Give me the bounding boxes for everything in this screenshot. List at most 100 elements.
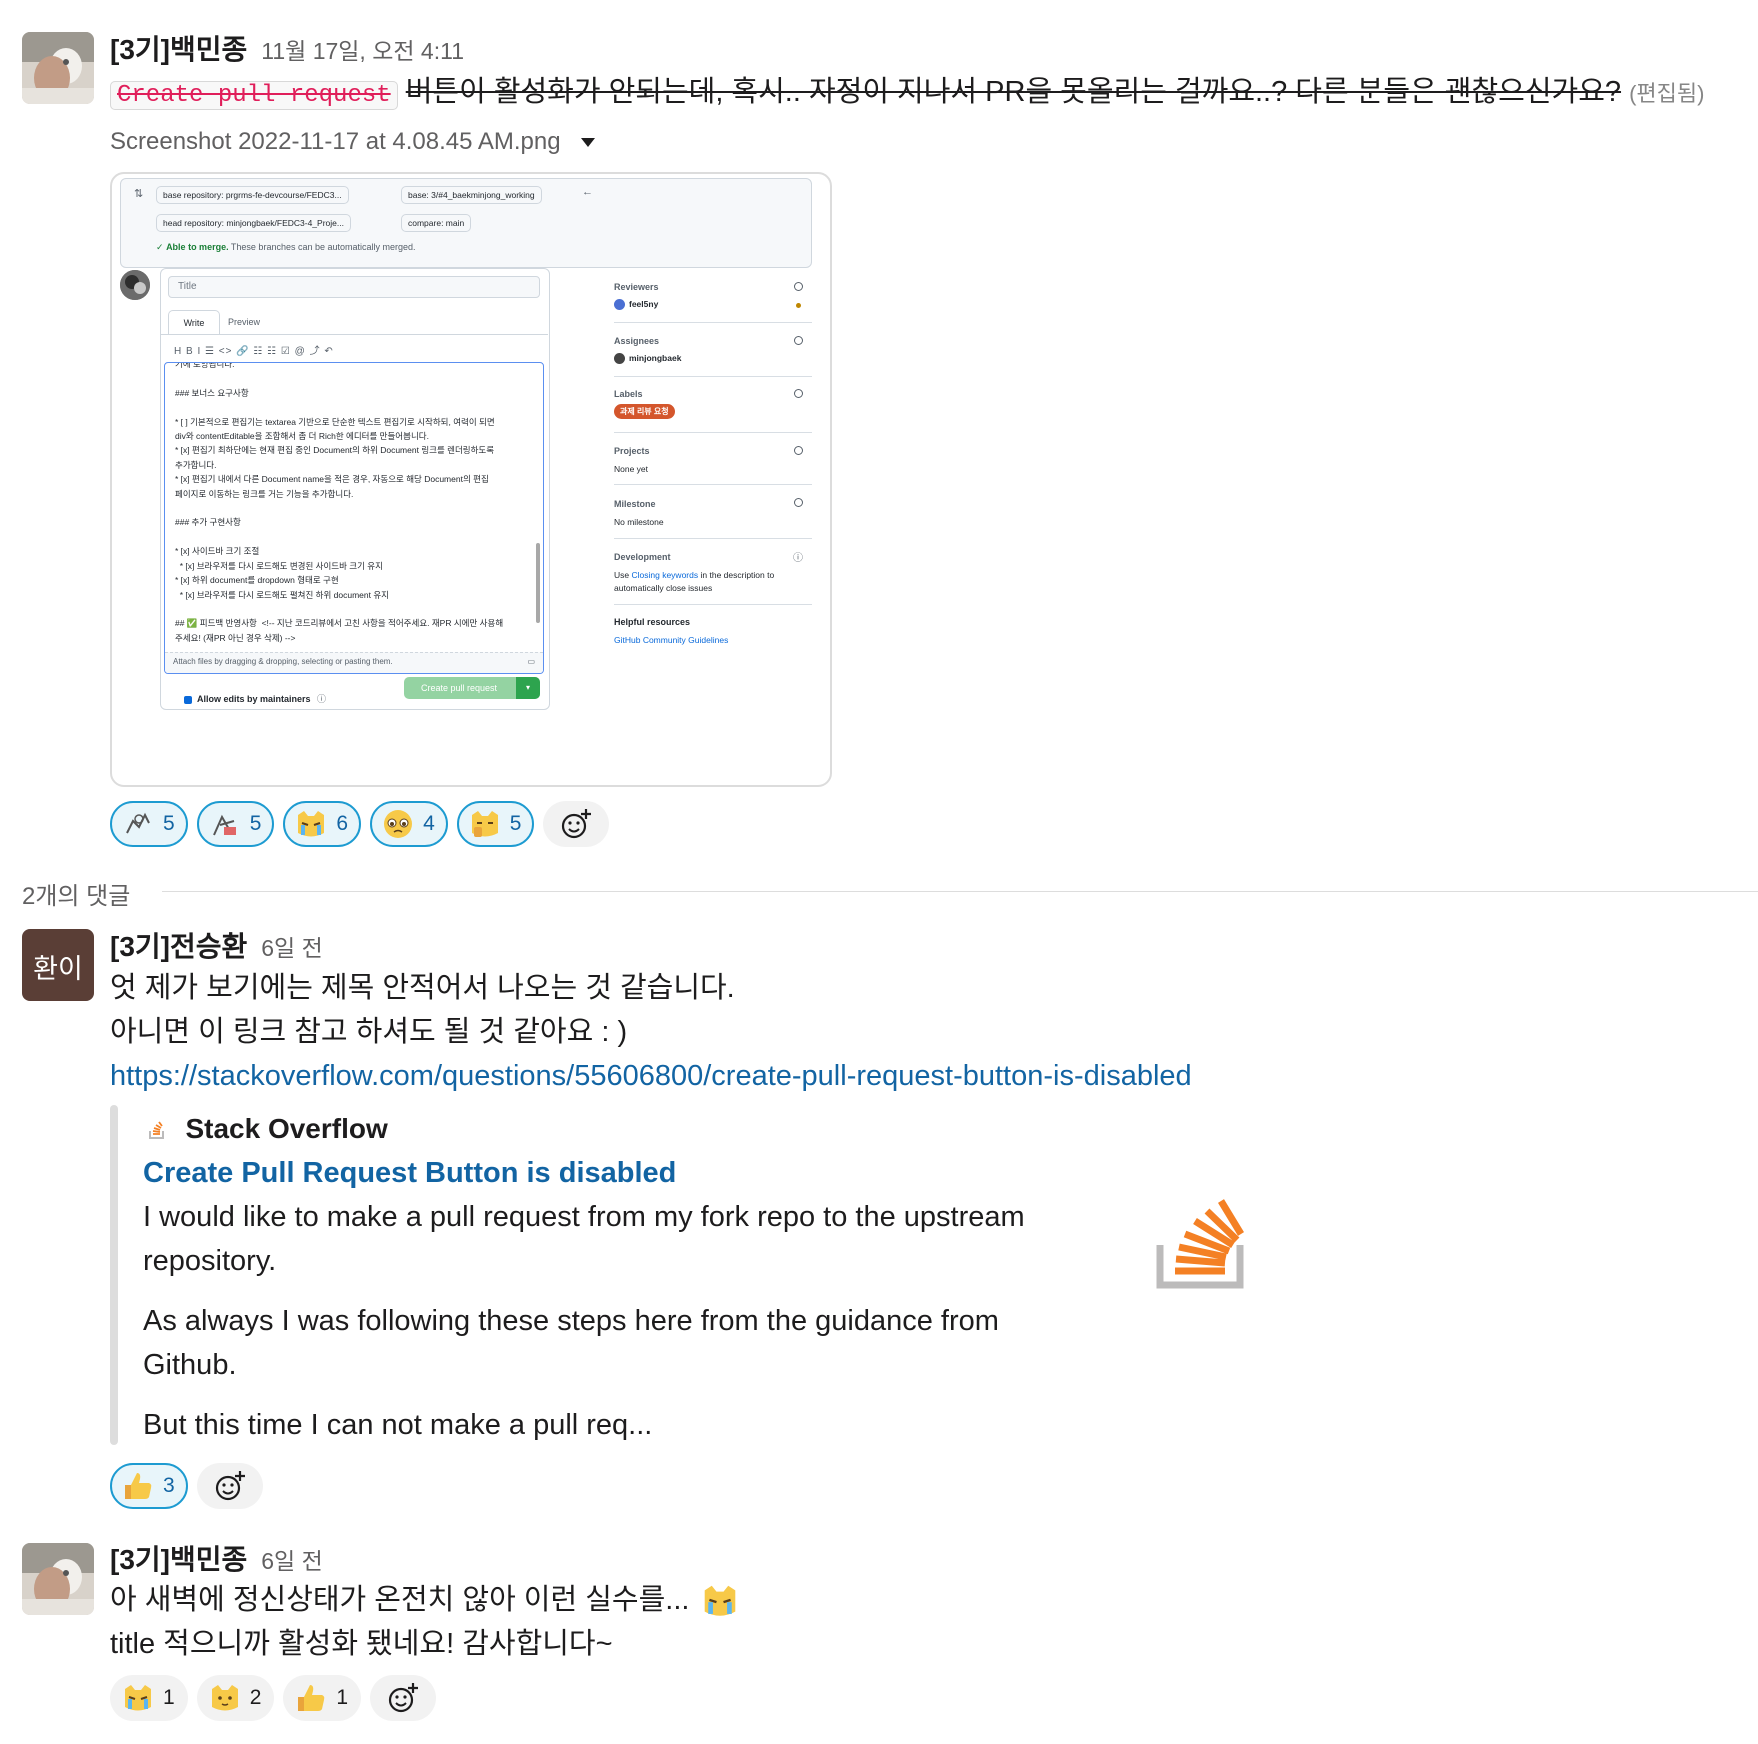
reaction-bar: 5 5 6 4 5 (110, 801, 610, 847)
editor-line: * [x] 편집기 최하단에는 현재 편집 중인 Document의 하위 Do… (175, 445, 495, 456)
assignee-name: minjongbaek (629, 353, 682, 363)
reaction-count: 4 (423, 812, 435, 835)
add-reaction-button[interactable] (543, 801, 610, 847)
unfurl-text: Github. (143, 1349, 237, 1381)
compare-branch-select: compare: main (401, 214, 472, 232)
reaction-cat-thumbs[interactable]: 5 (456, 801, 535, 847)
timestamp[interactable]: 6일 전 (261, 1548, 323, 1574)
attach-bar: Attach files by dragging & dropping, sel… (165, 652, 543, 673)
editor-line: * [x] 브라우저를 다시 로드해도 펼쳐진 하위 document 유지 (175, 589, 389, 600)
editor-line: 추가합니다. (175, 459, 217, 470)
file-title-row[interactable]: Screenshot 2022-11-17 at 4.08.45 AM.png (110, 128, 596, 156)
reaction-thumbs-up[interactable]: 3 (110, 1463, 188, 1509)
sidebar-divider (614, 376, 812, 377)
avatar-baekminjong[interactable] (22, 32, 94, 104)
cat-emoji (211, 1685, 238, 1711)
message-header: [3기]백민종 11월 17일, 오전 4:11 (110, 28, 464, 68)
info-icon: ⓘ (793, 553, 803, 564)
reaction-count: 3 (163, 1474, 175, 1497)
head-repo-select: head repository: minjongbaek/FEDC3-4_Pro… (156, 214, 351, 232)
reaction-bar: 1 2 1 (110, 1675, 437, 1721)
title-input: Title (168, 276, 540, 298)
message-header: [3기]전승환 6일 전 (110, 925, 323, 965)
helpful-heading: Helpful resources (614, 617, 691, 627)
author-name[interactable]: [3기]백민종 (110, 1544, 247, 1575)
reaction-count: 1 (336, 1686, 349, 1709)
image-attachment[interactable]: ⇅ base repository: prgrms-fe-devcourse/F… (110, 172, 832, 787)
reaction-dance-character[interactable]: 5 (110, 801, 188, 847)
arrow-left-icon: ← (582, 186, 593, 198)
projects-heading: Projects (614, 446, 650, 456)
file-name[interactable]: Screenshot 2022-11-17 at 4.08.45 AM.png (110, 128, 561, 155)
chevron-down-icon[interactable] (581, 138, 596, 148)
unfurl-text: repository. (143, 1245, 277, 1277)
merge-status: ✓ Able to merge. These branches can be a… (156, 242, 416, 253)
editor-line: * [x] 사이드바 크기 조절 (175, 546, 260, 557)
unfurl-title-link[interactable]: Create Pull Request Button is disabled (143, 1151, 676, 1195)
author-name[interactable]: [3기]백민종 (110, 34, 247, 65)
reviewer-avatar (614, 299, 625, 311)
reaction-thumbs-up[interactable]: 1 (283, 1675, 362, 1721)
author-name[interactable]: [3기]전승환 (110, 931, 247, 962)
gear-icon (794, 282, 803, 291)
add-reaction-button[interactable] (196, 1463, 263, 1509)
message-line-2: 아니면 이 링크 참고 하셔도 될 것 같아요 : ) (110, 1016, 628, 1048)
timestamp[interactable]: 6일 전 (261, 935, 323, 961)
editor-line: 페이지로 이동하는 링크를 거는 기능을 추가합니다. (175, 488, 354, 499)
milestone-heading: Milestone (614, 499, 656, 509)
message-line-1: 아 새벽에 정신상태가 온전치 않아 이런 실수를... (110, 1578, 742, 1622)
reaction-crying-cat[interactable]: 6 (283, 801, 362, 847)
reviewer-name: feel5ny (629, 299, 659, 309)
tab-preview: Preview (228, 317, 261, 327)
avatar-text: 환이 (33, 954, 83, 985)
unfurl-text: I would like to make a pull request from… (143, 1201, 1025, 1233)
message-body: Create pull request 버튼이 활성화가 안되는데, 혹시.. … (110, 70, 1704, 118)
replies-divider (162, 891, 1758, 892)
stackoverflow-logo-icon[interactable] (1155, 1185, 1245, 1290)
add-reaction-button[interactable] (370, 1675, 437, 1721)
dev-use: Use (614, 570, 630, 580)
dance-character-2-emoji (212, 814, 236, 836)
reaction-cat[interactable]: 2 (196, 1675, 275, 1721)
avatar-baekminjong[interactable] (22, 1543, 94, 1615)
avatar-photo (22, 32, 94, 104)
reaction-pleading-face[interactable]: 4 (370, 801, 448, 847)
reaction-count: 5 (509, 812, 522, 835)
message-text: 버튼이 활성화가 안되는데, 혹시.. 자정이 지나서 PR을 못올리는 걸까요… (405, 76, 1622, 108)
unfurl-bar (110, 1105, 118, 1445)
reaction-dance-character-2[interactable]: 5 (196, 801, 275, 847)
labels-heading: Labels (614, 389, 643, 399)
unfurl-site-name[interactable]: Stack Overflow (185, 1113, 387, 1144)
community-guidelines-link: GitHub Community Guidelines (614, 635, 729, 645)
question-icon: ⓘ (317, 694, 327, 704)
timestamp[interactable]: 11월 17일, 오전 4:11 (261, 38, 464, 64)
allow-edits-row: Allow edits by maintainers ⓘ (184, 692, 326, 705)
allow-edits-label: Allow edits by maintainers (197, 694, 311, 704)
create-pr-button: Create pull request ▾ (404, 677, 540, 699)
checkbox-icon (184, 695, 192, 704)
editor-line: div와 contentEditable을 조합해서 좀 더 Rich한 에디터… (175, 431, 429, 442)
cat-thumbs-emoji (471, 811, 498, 837)
sidebar-divider (614, 432, 812, 433)
reaction-count: 5 (249, 812, 262, 835)
add-reaction-icon (388, 1683, 419, 1713)
crying-cat-emoji (704, 1586, 735, 1617)
editor-line: ### 보너스 요구사항 (175, 387, 249, 398)
milestone-value: No milestone (614, 517, 664, 527)
reaction-bar: 3 (110, 1463, 263, 1509)
label-badge: 과제 리뷰 요청 (614, 404, 675, 419)
avatar-jeonseunghwan[interactable]: 환이 (22, 929, 94, 1001)
pr-body-textarea: 기에 토양됩니다. ### 보너스 요구사항 * [ ] 기본적으로 편집기는 … (164, 362, 544, 674)
thumbs-up-emoji (298, 1685, 325, 1711)
reaction-crying-cat[interactable]: 1 (110, 1675, 188, 1721)
unfurl-text: As always I was following these steps he… (143, 1305, 999, 1337)
stackoverflow-url-link[interactable]: https://stackoverflow.com/questions/5560… (110, 1054, 1192, 1098)
merge-note: These branches can be automatically merg… (230, 242, 416, 252)
gear-icon (794, 446, 803, 455)
editor-line: ### 추가 구현사항 (175, 517, 241, 528)
unfurl-site-row: Stack Overflow (147, 1113, 388, 1145)
avatar-photo (22, 1543, 94, 1615)
